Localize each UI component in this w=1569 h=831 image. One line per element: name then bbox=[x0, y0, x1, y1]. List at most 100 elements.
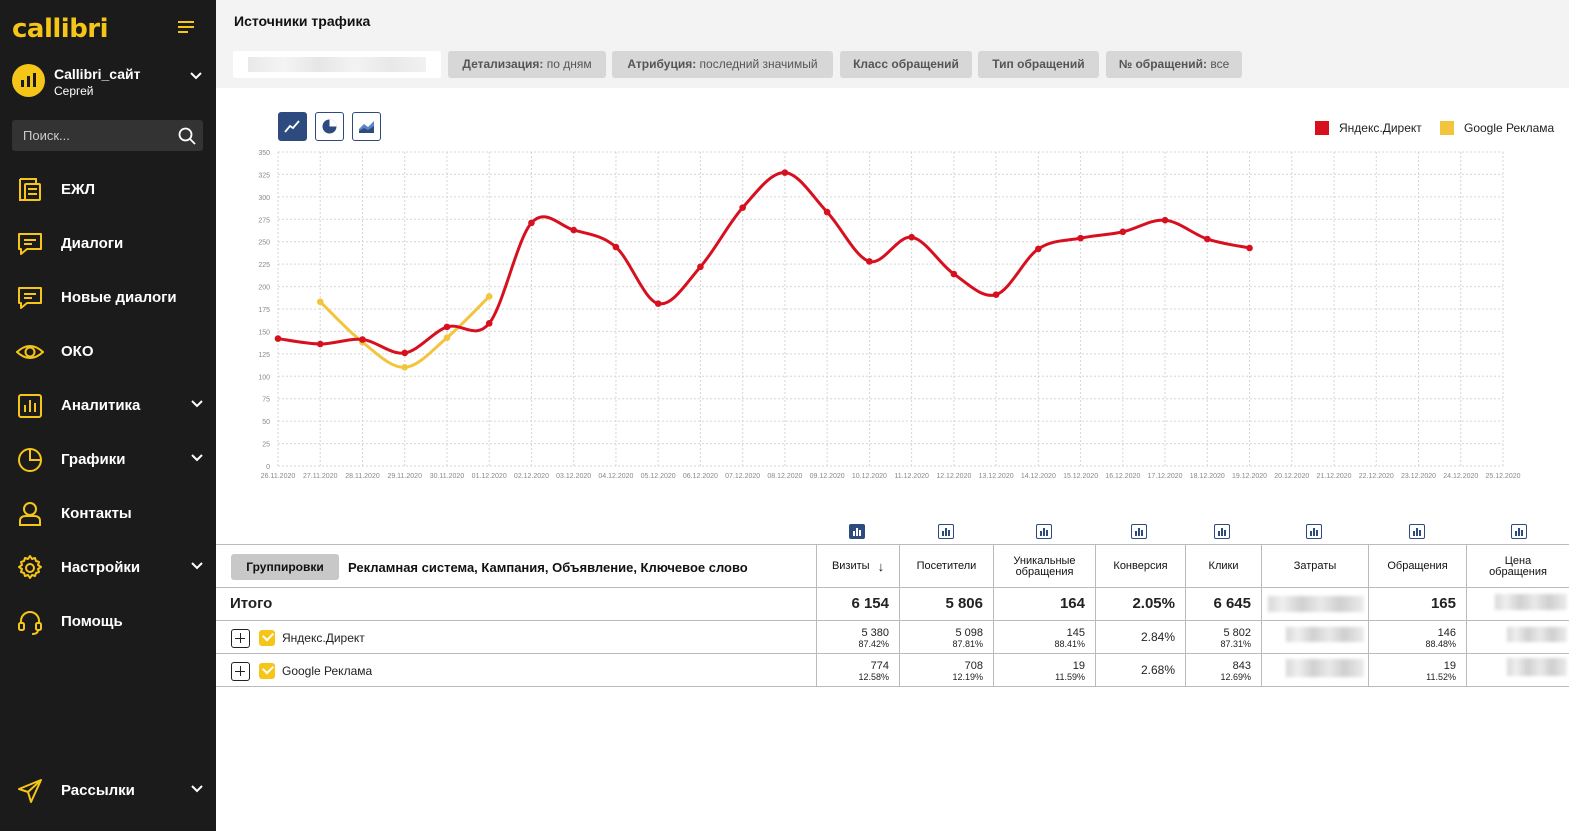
data-point bbox=[612, 243, 620, 251]
column-chart-icon[interactable] bbox=[1306, 524, 1322, 539]
account-name: Callibri_сайт bbox=[54, 66, 141, 82]
sidebar-item-dialogs[interactable]: Диалоги bbox=[0, 222, 216, 266]
sort-arrow-icon: ↓ bbox=[877, 559, 885, 574]
search-input[interactable] bbox=[12, 120, 172, 151]
cell-costs bbox=[1261, 654, 1368, 686]
x-tick-label: 06.12.2020 bbox=[683, 473, 718, 480]
column-header-visits[interactable]: Визиты ↓ bbox=[816, 545, 899, 588]
data-point bbox=[1161, 216, 1169, 224]
table-header: Группировки Рекламная система, Кампания,… bbox=[216, 544, 1569, 588]
column-header-clicks[interactable]: Клики bbox=[1185, 545, 1261, 588]
filter-key: Тип обращений bbox=[992, 57, 1085, 71]
logo[interactable]: callibri bbox=[12, 14, 109, 44]
line-chart-icon bbox=[284, 120, 300, 133]
sidebar-item-label: Аналитика bbox=[61, 397, 141, 414]
search-box bbox=[12, 120, 203, 151]
groupings-button[interactable]: Группировки bbox=[231, 554, 339, 580]
data-point bbox=[1035, 245, 1042, 253]
filter-bar: Источники трафика Детализация: по дням А… bbox=[216, 0, 1569, 88]
sidebar-item-label: ЕЖЛ bbox=[61, 181, 96, 198]
sidebar-item-ezhl[interactable]: ЕЖЛ bbox=[0, 168, 216, 212]
filter-attribution[interactable]: Атрибуция: последний значимый bbox=[612, 51, 833, 78]
sidebar-item-oko[interactable]: ОКО bbox=[0, 330, 216, 374]
column-chart-icon[interactable] bbox=[1511, 524, 1527, 539]
data-point bbox=[316, 298, 324, 306]
row-checkbox[interactable] bbox=[259, 663, 275, 679]
y-tick-label: 150 bbox=[258, 329, 270, 336]
sidebar-item-settings[interactable]: Настройки bbox=[0, 546, 216, 590]
y-tick-label: 50 bbox=[262, 419, 270, 426]
column-chart-icon[interactable] bbox=[938, 524, 954, 539]
column-chart-icon[interactable] bbox=[1214, 524, 1230, 539]
expand-row-icon[interactable] bbox=[231, 662, 250, 681]
sidebar-item-contacts[interactable]: Контакты bbox=[0, 492, 216, 536]
legend-label: Яндекс.Директ bbox=[1339, 121, 1422, 135]
cell-visitors: 5 098 87.81% bbox=[899, 621, 993, 653]
column-label: Обращения bbox=[1387, 560, 1448, 572]
column-chart-icon[interactable] bbox=[849, 524, 865, 539]
cell-unique: 145 88.41% bbox=[993, 621, 1095, 653]
x-tick-label: 02.12.2020 bbox=[514, 473, 549, 480]
filter-request-type[interactable]: Тип обращений bbox=[978, 51, 1099, 78]
row-source-name: Google Реклама bbox=[282, 664, 373, 678]
x-tick-label: 11.12.2020 bbox=[894, 473, 929, 480]
pie-chart-button[interactable] bbox=[315, 112, 344, 141]
data-point bbox=[908, 233, 915, 241]
filter-detail[interactable]: Детализация: по дням bbox=[448, 51, 606, 78]
filter-key: Атрибуция: bbox=[627, 57, 697, 71]
y-tick-label: 300 bbox=[258, 195, 270, 202]
sidebar-item-label: ОКО bbox=[61, 343, 94, 360]
column-header-conversion[interactable]: Конверсия bbox=[1095, 545, 1185, 588]
x-tick-label: 27.11.2020 bbox=[303, 473, 338, 480]
x-tick-label: 23.12.2020 bbox=[1401, 473, 1436, 480]
line-chart-button[interactable] bbox=[278, 112, 307, 141]
sidebar-item-charts[interactable]: Графики bbox=[0, 438, 216, 482]
x-tick-label: 28.11.2020 bbox=[345, 473, 380, 480]
column-header-costs[interactable]: Затраты bbox=[1261, 545, 1368, 588]
search-icon[interactable] bbox=[178, 127, 196, 145]
x-tick-label: 03.12.2020 bbox=[556, 473, 591, 480]
data-point bbox=[401, 364, 409, 371]
chevron-down-icon bbox=[191, 562, 203, 570]
cell-request-price bbox=[1466, 654, 1569, 686]
cell-clicks: 843 12.69% bbox=[1185, 654, 1261, 686]
area-chart-button[interactable] bbox=[352, 112, 381, 141]
x-tick-label: 05.12.2020 bbox=[641, 473, 676, 480]
column-header-requests[interactable]: Обращения bbox=[1368, 545, 1466, 588]
cell-unique: 164 bbox=[993, 588, 1095, 620]
column-header-request-price[interactable]: Цена обращения bbox=[1466, 545, 1569, 588]
chevron-down-icon bbox=[191, 454, 203, 462]
sidebar-item-help[interactable]: Помощь bbox=[0, 600, 216, 644]
data-point bbox=[654, 300, 662, 307]
sidebar-item-analytics[interactable]: Аналитика bbox=[0, 384, 216, 428]
account-switcher[interactable]: Callibri_сайт Сергей bbox=[12, 62, 207, 102]
column-label: Уникальные обращения bbox=[1013, 554, 1076, 578]
y-tick-label: 175 bbox=[258, 307, 270, 314]
filter-key: № обращений: bbox=[1118, 57, 1207, 71]
column-chart-icon[interactable] bbox=[1409, 524, 1425, 539]
column-label: Цена обращения bbox=[1489, 554, 1547, 578]
menu-toggle-icon[interactable] bbox=[178, 21, 195, 35]
account-user: Сергей bbox=[54, 84, 94, 98]
expand-row-icon[interactable] bbox=[231, 629, 250, 648]
column-chart-icon[interactable] bbox=[1036, 524, 1052, 539]
filter-request-class[interactable]: Класс обращений bbox=[840, 51, 972, 78]
cell-clicks: 6 645 bbox=[1185, 588, 1261, 620]
data-point bbox=[485, 293, 493, 300]
filter-key: Класс обращений bbox=[853, 57, 959, 71]
column-label: Затраты bbox=[1293, 560, 1337, 572]
row-checkbox[interactable] bbox=[259, 630, 275, 646]
column-header-visitors[interactable]: Посетители bbox=[899, 545, 993, 588]
blurred-date bbox=[248, 57, 426, 72]
data-point bbox=[570, 226, 577, 234]
cell-costs bbox=[1261, 621, 1368, 653]
sidebar-item-new-dialogs[interactable]: Новые диалоги bbox=[0, 276, 216, 320]
cell-requests: 146 88.48% bbox=[1368, 621, 1466, 653]
grouping-description: Рекламная система, Кампания, Объявление,… bbox=[348, 560, 748, 575]
column-chart-icon[interactable] bbox=[1131, 524, 1147, 539]
date-range-picker[interactable] bbox=[233, 51, 441, 78]
filter-request-number[interactable]: № обращений: все bbox=[1106, 51, 1242, 78]
sidebar-item-mailings[interactable]: Рассылки bbox=[0, 769, 216, 813]
column-label: Визиты bbox=[831, 560, 870, 572]
column-header-unique[interactable]: Уникальные обращения bbox=[993, 545, 1095, 588]
